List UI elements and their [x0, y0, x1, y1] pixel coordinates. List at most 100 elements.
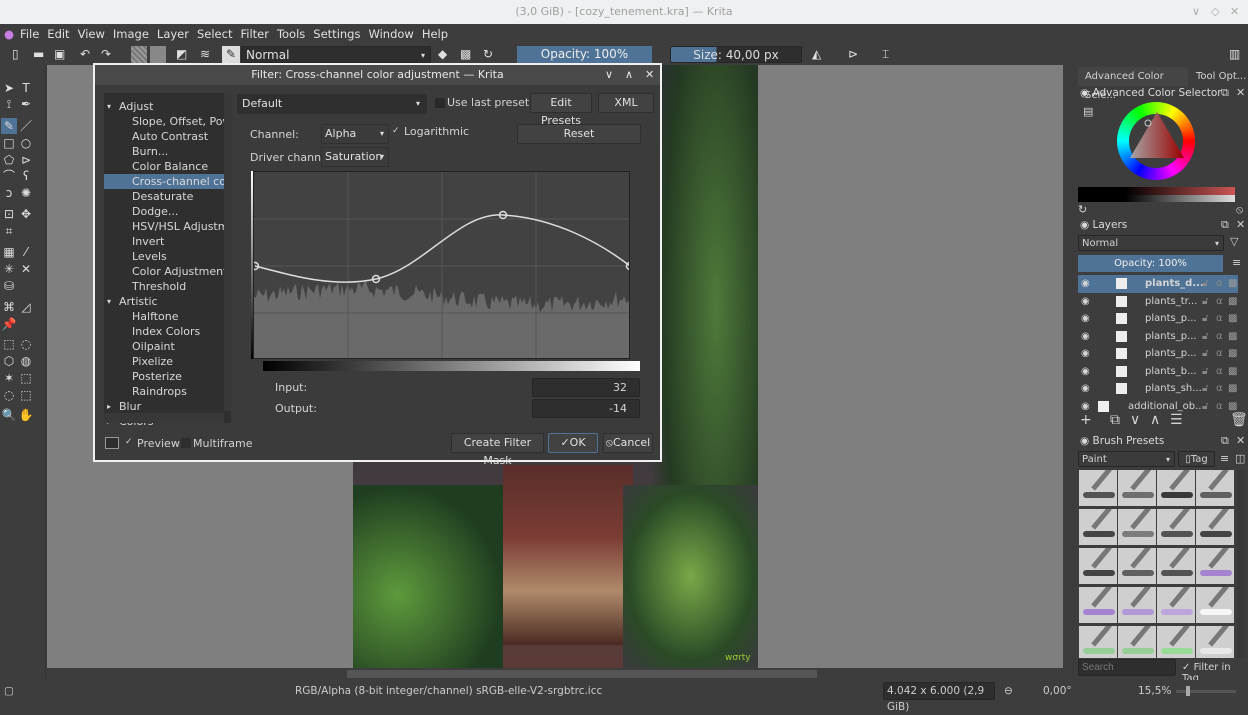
rotation-dial-icon[interactable]: ⊖: [1004, 680, 1013, 702]
opacity-slider[interactable]: Opacity: 100%: [517, 46, 652, 63]
alpha-icon[interactable]: α: [1216, 310, 1223, 327]
reset-colors-icon[interactable]: ↻: [1078, 203, 1087, 216]
ellipse-select-tool-icon[interactable]: ◌: [18, 336, 34, 352]
filter-tree-item[interactable]: ▸ Blur: [104, 399, 224, 414]
filter-tree-item[interactable]: Cross-channel color adjustment: [104, 174, 224, 189]
filter-tree-item[interactable]: Desaturate: [104, 189, 224, 204]
mirror-horizontal-icon[interactable]: ◭: [812, 46, 821, 63]
ok-button[interactable]: ✓OK: [548, 433, 598, 453]
freehand-select-tool-icon[interactable]: ◍: [18, 353, 34, 369]
inherit-alpha-icon[interactable]: ▩: [1228, 310, 1237, 327]
curve-editor[interactable]: [253, 171, 630, 359]
brush-preset-thumbnail[interactable]: [1079, 587, 1117, 623]
lock-icon[interactable]: 🔓︎: [1202, 380, 1208, 397]
brush-preset-thumbnail[interactable]: [1118, 509, 1156, 545]
menu-settings[interactable]: Settings: [313, 27, 360, 41]
brush-preset-thumbnail[interactable]: [1118, 470, 1156, 506]
zoom-tool-icon[interactable]: 🔍: [1, 407, 17, 423]
filter-tree-item[interactable]: Halftone: [104, 309, 224, 324]
transform-tool-icon[interactable]: ⊡: [1, 206, 17, 222]
dynamic-brush-tool-icon[interactable]: ↄ: [1, 185, 17, 201]
new-document-icon[interactable]: ▯: [12, 46, 19, 63]
visibility-eye-icon[interactable]: ◉: [1081, 275, 1090, 292]
expand-arrow-icon[interactable]: ▸: [107, 399, 111, 414]
rect-select-tool-icon[interactable]: ⬚: [1, 336, 17, 352]
alpha-icon[interactable]: α: [1216, 380, 1223, 397]
brush-panel-icon[interactable]: ◫: [1235, 452, 1245, 465]
color-picker-tool-icon[interactable]: ⁄: [18, 244, 34, 260]
preview-checkbox[interactable]: ✓: [125, 437, 133, 447]
filter-tree-item[interactable]: Index Colors: [104, 324, 224, 339]
preview-toggle-icon[interactable]: [105, 437, 119, 449]
expand-arrow-icon[interactable]: ▾: [107, 294, 111, 309]
output-spinbox[interactable]: -14: [532, 399, 640, 418]
filter-tree-item[interactable]: Levels: [104, 249, 224, 264]
edit-shapes-tool-icon[interactable]: ⟟: [1, 96, 17, 112]
text-tool-icon[interactable]: T: [18, 80, 34, 96]
expand-arrow-icon[interactable]: ▾: [107, 99, 111, 114]
close-docker-icon[interactable]: ✕: [1236, 86, 1245, 99]
fill-tool-icon[interactable]: ⛁: [1, 278, 17, 294]
close-layers-icon[interactable]: ✕: [1236, 218, 1245, 231]
ellipse-tool-icon[interactable]: ○: [18, 135, 34, 151]
menu-layer[interactable]: Layer: [157, 27, 189, 41]
menu-window[interactable]: Window: [368, 27, 413, 41]
layer-opacity-slider[interactable]: Opacity: 100%: [1078, 255, 1223, 272]
colorize-mask-tool-icon[interactable]: ✳: [1, 261, 17, 277]
inherit-alpha-icon[interactable]: ▩: [1228, 398, 1237, 413]
brush-preset-thumbnail[interactable]: [1079, 626, 1117, 658]
brush-preset-thumbnail[interactable]: [1079, 509, 1117, 545]
edit-presets-button[interactable]: Edit Presets: [530, 93, 592, 127]
brush-preset-thumbnail[interactable]: [1157, 548, 1195, 584]
reload-preset-icon[interactable]: ↻: [483, 46, 493, 63]
brush-view-icon[interactable]: ≡: [1220, 452, 1229, 465]
brush-preset-thumbnail[interactable]: [1118, 587, 1156, 623]
lock-icon[interactable]: 🔓︎: [1202, 398, 1208, 413]
menu-edit[interactable]: Edit: [47, 27, 69, 41]
layer-list[interactable]: ◉ plants_d... 🔓︎ α ▩ ◉ plants_tr... 🔓︎ α ▩ ◉ plants…: [1075, 275, 1248, 412]
layer-row[interactable]: ◉ plants_p... 🔓︎ α ▩: [1078, 310, 1238, 328]
move-layer-up-icon[interactable]: ∧: [1150, 412, 1160, 428]
visibility-eye-icon[interactable]: ◉: [1081, 310, 1090, 327]
float-docker-icon[interactable]: ⧉: [1221, 86, 1229, 100]
filter-tree-item[interactable]: Raindrops: [104, 384, 224, 399]
filter-tree-item[interactable]: Threshold: [104, 279, 224, 294]
brush-preset-thumbnail[interactable]: [1157, 509, 1195, 545]
inherit-alpha-icon[interactable]: ▩: [1228, 293, 1237, 310]
visibility-eye-icon[interactable]: ◉: [1081, 293, 1090, 310]
menu-help[interactable]: Help: [422, 27, 448, 41]
brush-preset-thumbnail[interactable]: [1118, 548, 1156, 584]
filter-tree-item[interactable]: ▾ Artistic: [104, 294, 224, 309]
tag-button[interactable]: ▯Tag: [1178, 451, 1215, 467]
brush-preset-icon[interactable]: ✎: [222, 46, 240, 63]
no-color-icon[interactable]: ⦸: [1236, 203, 1243, 217]
add-layer-icon[interactable]: +: [1080, 412, 1092, 428]
brush-preset-thumbnail[interactable]: [1196, 509, 1234, 545]
layer-row[interactable]: ◉ additional_ob... 🔓︎ α ▩: [1078, 398, 1238, 413]
inherit-alpha-icon[interactable]: ▩: [1228, 275, 1237, 292]
create-filter-mask-button[interactable]: Create Filter Mask: [451, 433, 544, 467]
layer-row[interactable]: ◉ plants_p... 🔓︎ α ▩: [1078, 345, 1238, 363]
layer-row[interactable]: ◉ plants_p... 🔓︎ α ▩: [1078, 328, 1238, 346]
filter-tree[interactable]: ▾ AdjustSlope, Offset, PowerAuto Contras…: [104, 93, 231, 428]
layer-properties-icon[interactable]: ☰: [1170, 412, 1183, 428]
menu-file[interactable]: File: [20, 27, 39, 41]
filter-tree-item[interactable]: Posterize: [104, 369, 224, 384]
color-slider-value[interactable]: [1078, 195, 1235, 202]
vertical-scrollbar[interactable]: [1063, 65, 1070, 668]
brush-preset-thumbnail[interactable]: [1079, 470, 1117, 506]
filter-tree-item[interactable]: HSV/HSL Adjustment: [104, 219, 224, 234]
logarithmic-checkbox[interactable]: ✓: [392, 126, 400, 136]
eraser-icon[interactable]: ◆: [438, 46, 447, 63]
crop-tool-icon[interactable]: ⌗: [1, 223, 17, 239]
inherit-alpha-icon[interactable]: ▩: [1228, 345, 1237, 362]
alpha-icon[interactable]: α: [1216, 345, 1223, 362]
zoom-slider[interactable]: [1176, 686, 1236, 696]
calligraphy-tool-icon[interactable]: ✒: [18, 96, 34, 112]
use-last-preset-checkbox[interactable]: [435, 98, 445, 108]
fg-bg-color-icon[interactable]: ◩: [176, 46, 187, 63]
driver-channel-select[interactable]: Saturation ▾: [321, 147, 389, 167]
lock-icon[interactable]: 🔓︎: [1202, 293, 1208, 310]
menu-filter[interactable]: Filter: [240, 27, 268, 41]
brush-preset-grid[interactable]: [1079, 470, 1234, 658]
